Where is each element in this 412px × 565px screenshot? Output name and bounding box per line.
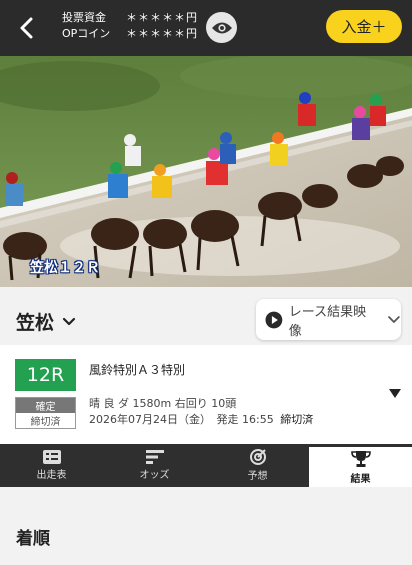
race-conditions: 晴 良 ダ 1580m 右回り 10頭 [89, 397, 237, 410]
odds-icon [145, 450, 164, 464]
tab-odds[interactable]: オッズ [103, 444, 206, 487]
race-title: 風鈴特別Ａ３特別 [89, 363, 186, 377]
tab-prediction[interactable]: 予想 [206, 444, 309, 487]
race-status-badge: 確定 締切済 [15, 397, 76, 429]
expand-caret-icon[interactable] [389, 389, 401, 398]
race-result-video-button[interactable]: レース結果映像 [256, 299, 401, 340]
op-coin-label: OPコイン [62, 27, 111, 40]
back-arrow-icon[interactable] [14, 14, 42, 42]
tab-label: 出走表 [36, 470, 67, 481]
status-confirmed: 確定 [16, 398, 75, 413]
bet-funds-label: 投票資金 [62, 11, 106, 24]
top-bar: 投票資金 ＊＊＊＊＊円 OPコイン ＊＊＊＊＊円 入金＋ [0, 0, 412, 56]
results-section: 着順 [0, 487, 412, 565]
race-tabs: 出走表 オッズ 予想 結果 [0, 444, 412, 487]
trophy-icon [350, 450, 371, 467]
chevron-down-icon [62, 317, 76, 325]
play-circle-icon [265, 311, 283, 328]
race-closed-label: 締切済 [280, 413, 314, 426]
venue-name: 笠松 [16, 312, 55, 334]
tab-results[interactable]: 結果 [309, 444, 412, 487]
race-details: 晴 良 ダ 1580m 右回り 10頭 2026年07月24日（金） 発走 16… [89, 396, 313, 428]
op-coin-value: ＊＊＊＊＊円 [126, 27, 198, 40]
chevron-down-icon [388, 315, 400, 323]
list-icon [42, 450, 61, 464]
tab-label: 予想 [247, 471, 268, 482]
deposit-button[interactable]: 入金＋ [326, 10, 402, 43]
race-result-video-label: レース結果映像 [288, 304, 367, 339]
bet-funds-value: ＊＊＊＊＊円 [126, 11, 198, 24]
results-heading: 着順 [16, 529, 50, 549]
race-date: 2026年07月24日（金） [89, 413, 211, 426]
balance-summary: 投票資金 ＊＊＊＊＊円 OPコイン ＊＊＊＊＊円 [62, 10, 198, 42]
status-closed: 締切済 [30, 417, 61, 428]
race-number-badge: 12R [15, 359, 76, 391]
tab-entries[interactable]: 出走表 [0, 444, 103, 487]
race-video[interactable]: 笠松１２Ｒ [0, 56, 412, 287]
venue-selector[interactable]: 笠松 [16, 308, 76, 335]
race-info-card: 12R 確定 締切済 風鈴特別Ａ３特別 晴 良 ダ 1580m 右回り 10頭 … [0, 345, 412, 444]
target-icon [249, 449, 266, 465]
eye-icon[interactable] [206, 12, 237, 43]
tab-label: オッズ [139, 470, 170, 481]
race-start-time: 発走 16:55 [216, 413, 274, 426]
tab-label: 結果 [350, 473, 371, 485]
video-caption: 笠松１２Ｒ [30, 260, 100, 276]
